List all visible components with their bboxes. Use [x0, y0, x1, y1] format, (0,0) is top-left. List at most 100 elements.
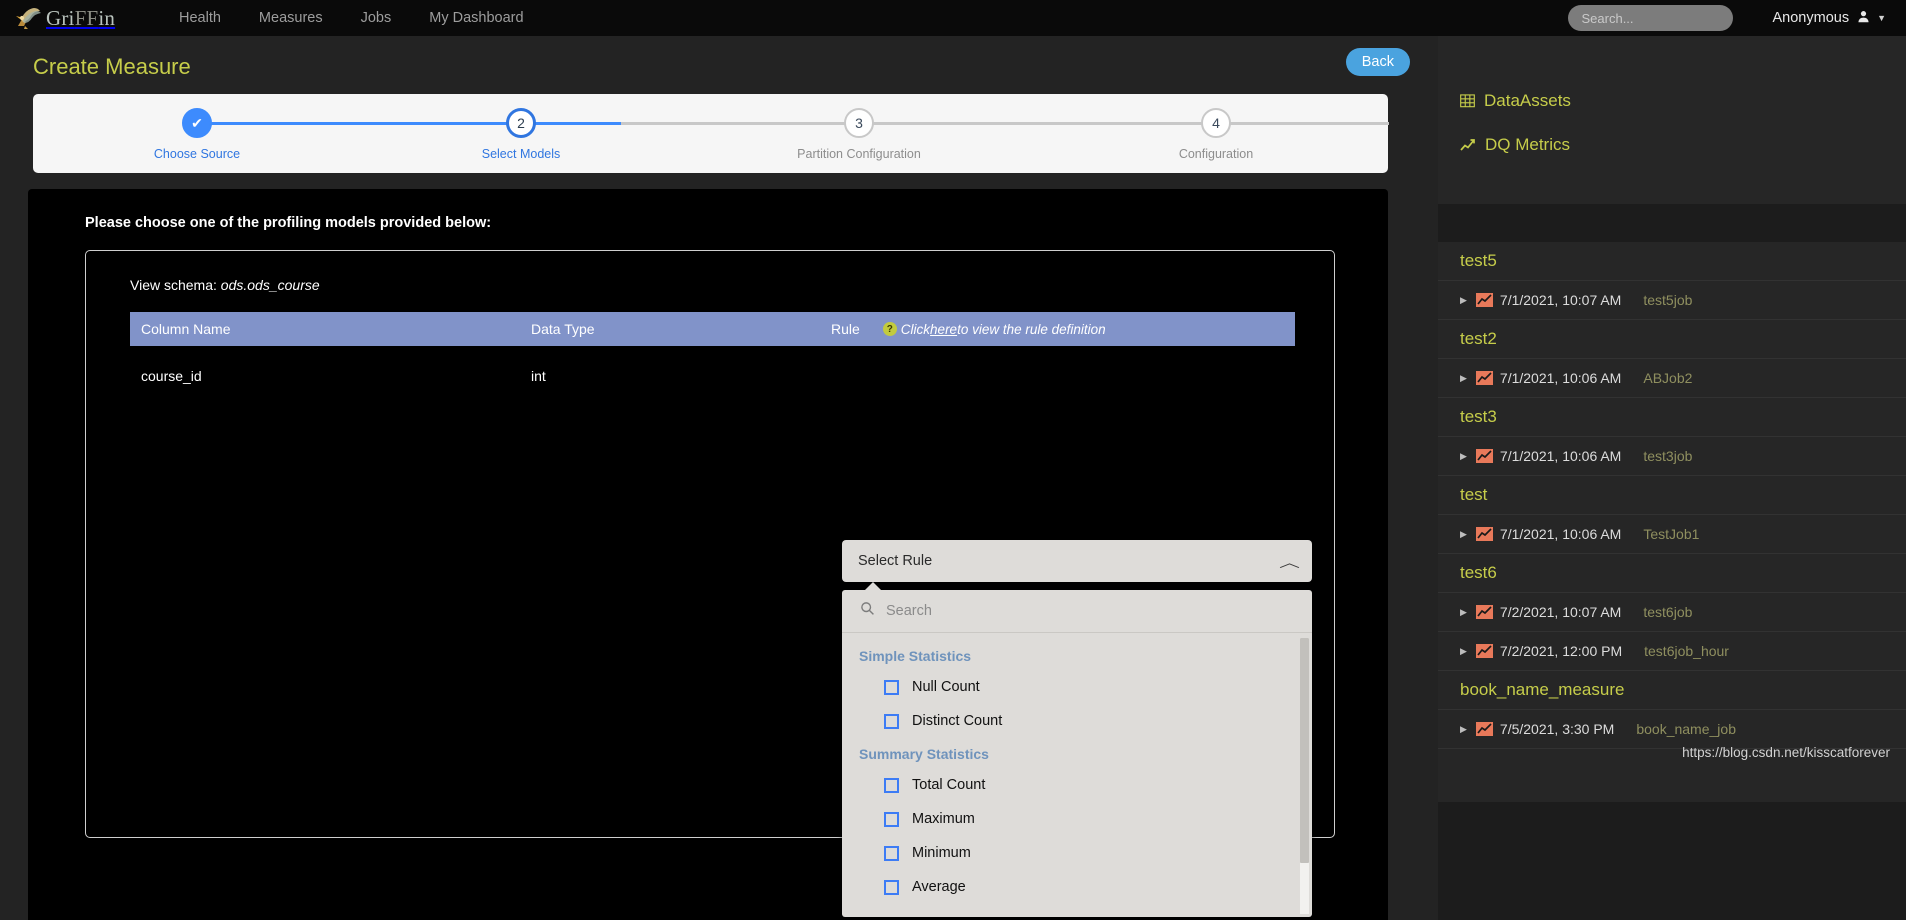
top-navigation-bar: GriFFin Health Measures Jobs My Dashboar…: [0, 0, 1906, 36]
rule-definition-hint[interactable]: ? Click here to view the rule definition: [882, 322, 1106, 337]
stepper-step-1[interactable]: ✔ Choose Source: [112, 108, 282, 161]
dropdown-caret: [864, 582, 882, 591]
expand-triangle-icon[interactable]: ▶: [1460, 451, 1467, 462]
expand-triangle-icon[interactable]: ▶: [1460, 724, 1467, 735]
nav-link-my-dashboard[interactable]: My Dashboard: [410, 0, 542, 36]
dropdown-scrollbar-thumb[interactable]: [1300, 638, 1309, 863]
metric-chart-icon: [1475, 449, 1493, 463]
checkbox-maximum[interactable]: [884, 811, 899, 827]
cell-column-name: course_id: [141, 368, 202, 384]
expand-triangle-icon[interactable]: ▶: [1460, 607, 1467, 618]
sidebar-nav-section: DataAssets DQ Metrics: [1438, 36, 1906, 204]
checkbox-average[interactable]: [884, 879, 899, 895]
sidebar-divider: [1438, 204, 1906, 242]
measures-job-list: test5 ▶ 7/1/2021, 10:07 AM test5job test…: [1438, 242, 1906, 802]
job-row[interactable]: ▶ 7/5/2021, 3:30 PM book_name_job: [1438, 710, 1906, 749]
job-timestamp: 7/2/2021, 12:00 PM: [1499, 643, 1623, 659]
job-row[interactable]: ▶ 7/1/2021, 10:06 AM ABJob2: [1438, 359, 1906, 398]
metric-chart-icon: [1475, 644, 1493, 658]
instruction-text: Please choose one of the profiling model…: [85, 215, 492, 231]
nav-link-measures[interactable]: Measures: [240, 0, 342, 36]
stepper-step-3-badge: 3: [844, 108, 874, 138]
global-search-input[interactable]: [1567, 5, 1733, 31]
cell-data-type: int: [531, 368, 546, 384]
chevron-up-icon: ︿: [1279, 554, 1300, 570]
checkbox-total-count[interactable]: [884, 777, 899, 793]
schema-title: View schema: ods.ods_course: [130, 277, 320, 293]
metric-chart-icon: [1475, 293, 1493, 307]
line-chart-icon: [1460, 138, 1476, 152]
user-menu[interactable]: Anonymous ▼: [1773, 10, 1887, 26]
header-back-button[interactable]: Back: [1345, 48, 1410, 76]
measure-group-header[interactable]: test3: [1438, 398, 1906, 437]
expand-triangle-icon[interactable]: ▶: [1460, 295, 1467, 306]
stepper-step-3[interactable]: 3 Partition Configuration: [774, 108, 944, 161]
right-sidebar: DataAssets DQ Metrics test5 ▶ 7/1/2021, …: [1438, 36, 1906, 920]
job-timestamp: 7/1/2021, 10:07 AM: [1499, 292, 1622, 308]
checkbox-null-count[interactable]: [884, 679, 899, 695]
option-label-distinct-count: Distinct Count: [912, 713, 1003, 729]
checkbox-distinct-count[interactable]: [884, 713, 899, 729]
sidebar-item-dataassets[interactable]: DataAssets: [1438, 91, 1571, 111]
sidebar-item-dq-metrics[interactable]: DQ Metrics: [1438, 135, 1570, 155]
job-name: TestJob1: [1643, 526, 1700, 542]
brand-logo[interactable]: GriFFin: [14, 5, 144, 31]
measure-group-header[interactable]: book_name_measure: [1438, 671, 1906, 710]
option-minimum[interactable]: Minimum: [842, 836, 1312, 870]
job-row[interactable]: ▶ 7/1/2021, 10:07 AM test5job: [1438, 281, 1906, 320]
user-name-label: Anonymous: [1772, 10, 1850, 26]
job-row[interactable]: ▶ 7/2/2021, 12:00 PM test6job_hour: [1438, 632, 1906, 671]
dropdown-search-row: [842, 590, 1312, 633]
measure-group-header[interactable]: test: [1438, 476, 1906, 515]
option-group-label-simple-statistics: Simple Statistics: [859, 648, 972, 664]
sidebar-item-label-dataassets: DataAssets: [1484, 91, 1571, 110]
job-name: test3job: [1643, 448, 1693, 464]
option-distinct-count[interactable]: Distinct Count: [842, 704, 1312, 738]
option-label-average: Average: [912, 879, 966, 895]
job-row[interactable]: ▶ 7/1/2021, 10:06 AM test3job: [1438, 437, 1906, 476]
stepper-step-4[interactable]: 4 Configuration: [1131, 108, 1301, 161]
expand-triangle-icon[interactable]: ▶: [1460, 373, 1467, 384]
expand-triangle-icon[interactable]: ▶: [1460, 529, 1467, 540]
job-name: test6job_hour: [1644, 643, 1729, 659]
schema-name: ods.ods_course: [220, 277, 320, 293]
measure-group-header[interactable]: test5: [1438, 242, 1906, 281]
stepper-step-2[interactable]: 2 Select Models: [436, 108, 606, 161]
dropdown-option-list[interactable]: Simple Statistics Null Count Distinct Co…: [842, 633, 1312, 917]
dropdown-search-input[interactable]: [886, 603, 1294, 619]
metric-chart-icon: [1475, 605, 1493, 619]
job-name: ABJob2: [1643, 370, 1693, 386]
job-name: test6job: [1643, 604, 1693, 620]
stepper-connector-1: [197, 122, 621, 125]
rule-select-toggle[interactable]: Select Rule ︿: [842, 540, 1312, 582]
job-timestamp: 7/2/2021, 10:07 AM: [1499, 604, 1622, 620]
metric-chart-icon: [1475, 371, 1493, 385]
app-root: GriFFin Health Measures Jobs My Dashboar…: [0, 0, 1906, 920]
user-avatar-icon: [1857, 10, 1870, 26]
rule-select-menu: Simple Statistics Null Count Distinct Co…: [842, 590, 1312, 917]
measure-group-header[interactable]: test6: [1438, 554, 1906, 593]
griffin-logo-icon: [14, 5, 44, 31]
checkbox-minimum[interactable]: [884, 845, 899, 861]
primary-nav-links: Health Measures Jobs My Dashboard: [160, 0, 543, 36]
rule-hint-link[interactable]: here: [930, 322, 957, 337]
option-maximum[interactable]: Maximum: [842, 802, 1312, 836]
job-row[interactable]: ▶ 7/1/2021, 10:06 AM TestJob1: [1438, 515, 1906, 554]
nav-link-jobs[interactable]: Jobs: [342, 0, 411, 36]
nav-link-health[interactable]: Health: [160, 0, 240, 36]
option-group-label-summary-statistics: Summary Statistics: [859, 746, 989, 762]
job-row[interactable]: ▶ 7/2/2021, 10:07 AM test6job: [1438, 593, 1906, 632]
stepper-step-2-badge: 2: [506, 108, 536, 138]
table-grid-icon: [1460, 94, 1475, 108]
option-label-null-count: Null Count: [912, 679, 980, 695]
option-null-count[interactable]: Null Count: [842, 670, 1312, 704]
stepper-step-1-label: Choose Source: [153, 147, 241, 161]
stepper-step-1-badge: ✔: [182, 108, 212, 138]
stepper-step-4-badge: 4: [1201, 108, 1231, 138]
option-average[interactable]: Average: [842, 870, 1312, 904]
job-timestamp: 7/1/2021, 10:06 AM: [1499, 526, 1622, 542]
expand-triangle-icon[interactable]: ▶: [1460, 646, 1467, 657]
wizard-stepper: ✔ Choose Source 2 Select Models 3 Partit…: [33, 94, 1389, 173]
measure-group-header[interactable]: test2: [1438, 320, 1906, 359]
option-total-count[interactable]: Total Count: [842, 768, 1312, 802]
